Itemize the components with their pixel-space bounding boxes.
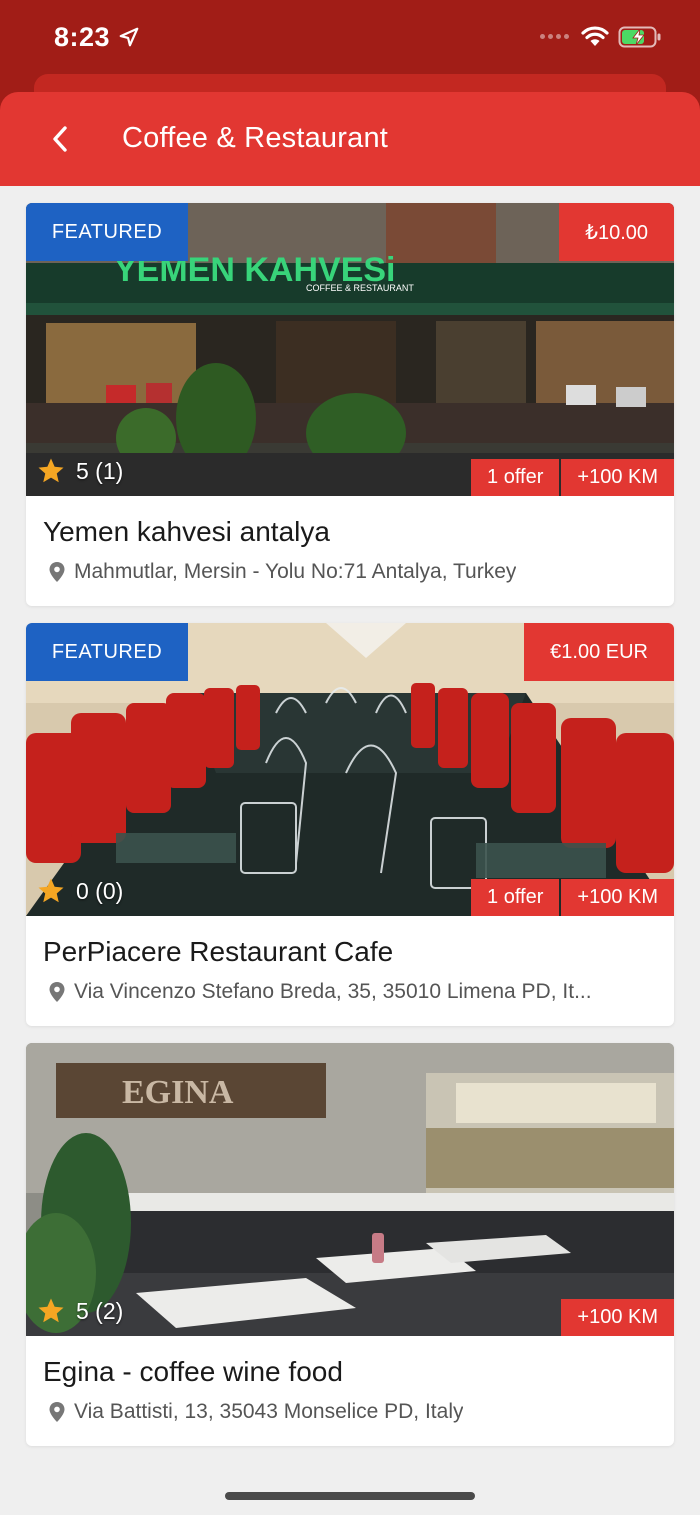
navigation-bar: Coffee & Restaurant xyxy=(0,92,700,186)
storefront-sign-subtext: COFFEE & RESTAURANT xyxy=(306,283,414,293)
offer-tag: 1 offer xyxy=(471,879,560,916)
map-pin-icon xyxy=(49,982,65,1002)
storefront-sign-text: EGINA xyxy=(122,1074,234,1111)
wifi-icon xyxy=(581,26,609,46)
cellular-signal-icon xyxy=(540,34,569,39)
back-button[interactable] xyxy=(38,114,82,164)
tag-group: +100 KM xyxy=(561,1299,674,1336)
restaurant-name: Yemen kahvesi antalya xyxy=(43,516,330,547)
rating: 5 (1) xyxy=(36,455,123,487)
restaurant-card[interactable]: YEMEN KAHVESi COFFEE & RESTAURANT FEATUR… xyxy=(26,203,674,606)
restaurant-card[interactable]: FEATURED €1.00 EUR 0 (0) 1 offer +100 KM… xyxy=(26,623,674,1026)
restaurant-photo: EGINA xyxy=(26,1043,674,1336)
address-text: Via Battisti, 13, 35043 Monselice PD, It… xyxy=(74,1400,464,1423)
tag-group: 1 offer +100 KM xyxy=(471,879,674,916)
rating-value: 5 (1) xyxy=(76,457,124,484)
status-bar: 8:23 xyxy=(0,0,700,75)
address-text: Mahmutlar, Mersin - Yolu No:71 Antalya, … xyxy=(74,560,517,583)
price-badge: €1.00 EUR xyxy=(524,623,674,681)
restaurant-address: Mahmutlar, Mersin - Yolu No:71 Antalya, … xyxy=(48,560,658,584)
map-pin-icon xyxy=(49,1402,65,1422)
star-icon xyxy=(38,878,64,903)
star-icon xyxy=(38,458,64,483)
rating-value: 0 (0) xyxy=(76,877,124,904)
tag-group: 1 offer +100 KM xyxy=(471,459,674,496)
location-arrow-icon xyxy=(119,27,139,47)
rating-value: 5 (2) xyxy=(76,1297,124,1324)
distance-tag: +100 KM xyxy=(561,459,674,496)
price-badge: ₺10.00 xyxy=(559,203,674,261)
address-text: Via Vincenzo Stefano Breda, 35, 35010 Li… xyxy=(74,980,592,1003)
distance-tag: +100 KM xyxy=(561,879,674,916)
featured-badge: FEATURED xyxy=(26,623,188,681)
rating: 5 (2) xyxy=(36,1295,123,1327)
status-time: 8:23 xyxy=(54,22,111,52)
offer-tag: 1 offer xyxy=(471,459,560,496)
home-indicator[interactable] xyxy=(225,1492,475,1500)
featured-badge: FEATURED xyxy=(26,203,188,261)
restaurant-address: Via Battisti, 13, 35043 Monselice PD, It… xyxy=(48,1400,658,1424)
restaurant-name: Egina - coffee wine food xyxy=(43,1356,343,1387)
rating: 0 (0) xyxy=(36,875,123,907)
restaurant-address: Via Vincenzo Stefano Breda, 35, 35010 Li… xyxy=(48,980,658,1004)
page-title: Coffee & Restaurant xyxy=(122,122,389,154)
map-pin-icon xyxy=(49,562,65,582)
restaurant-card[interactable]: EGINA 5 (2) +100 KM Egina - coffee wine … xyxy=(26,1043,674,1446)
battery-charging-icon xyxy=(618,26,661,48)
chevron-left-icon xyxy=(53,126,67,152)
distance-tag: +100 KM xyxy=(561,1299,674,1336)
restaurant-name: PerPiacere Restaurant Cafe xyxy=(43,936,394,967)
star-icon xyxy=(38,1298,64,1323)
